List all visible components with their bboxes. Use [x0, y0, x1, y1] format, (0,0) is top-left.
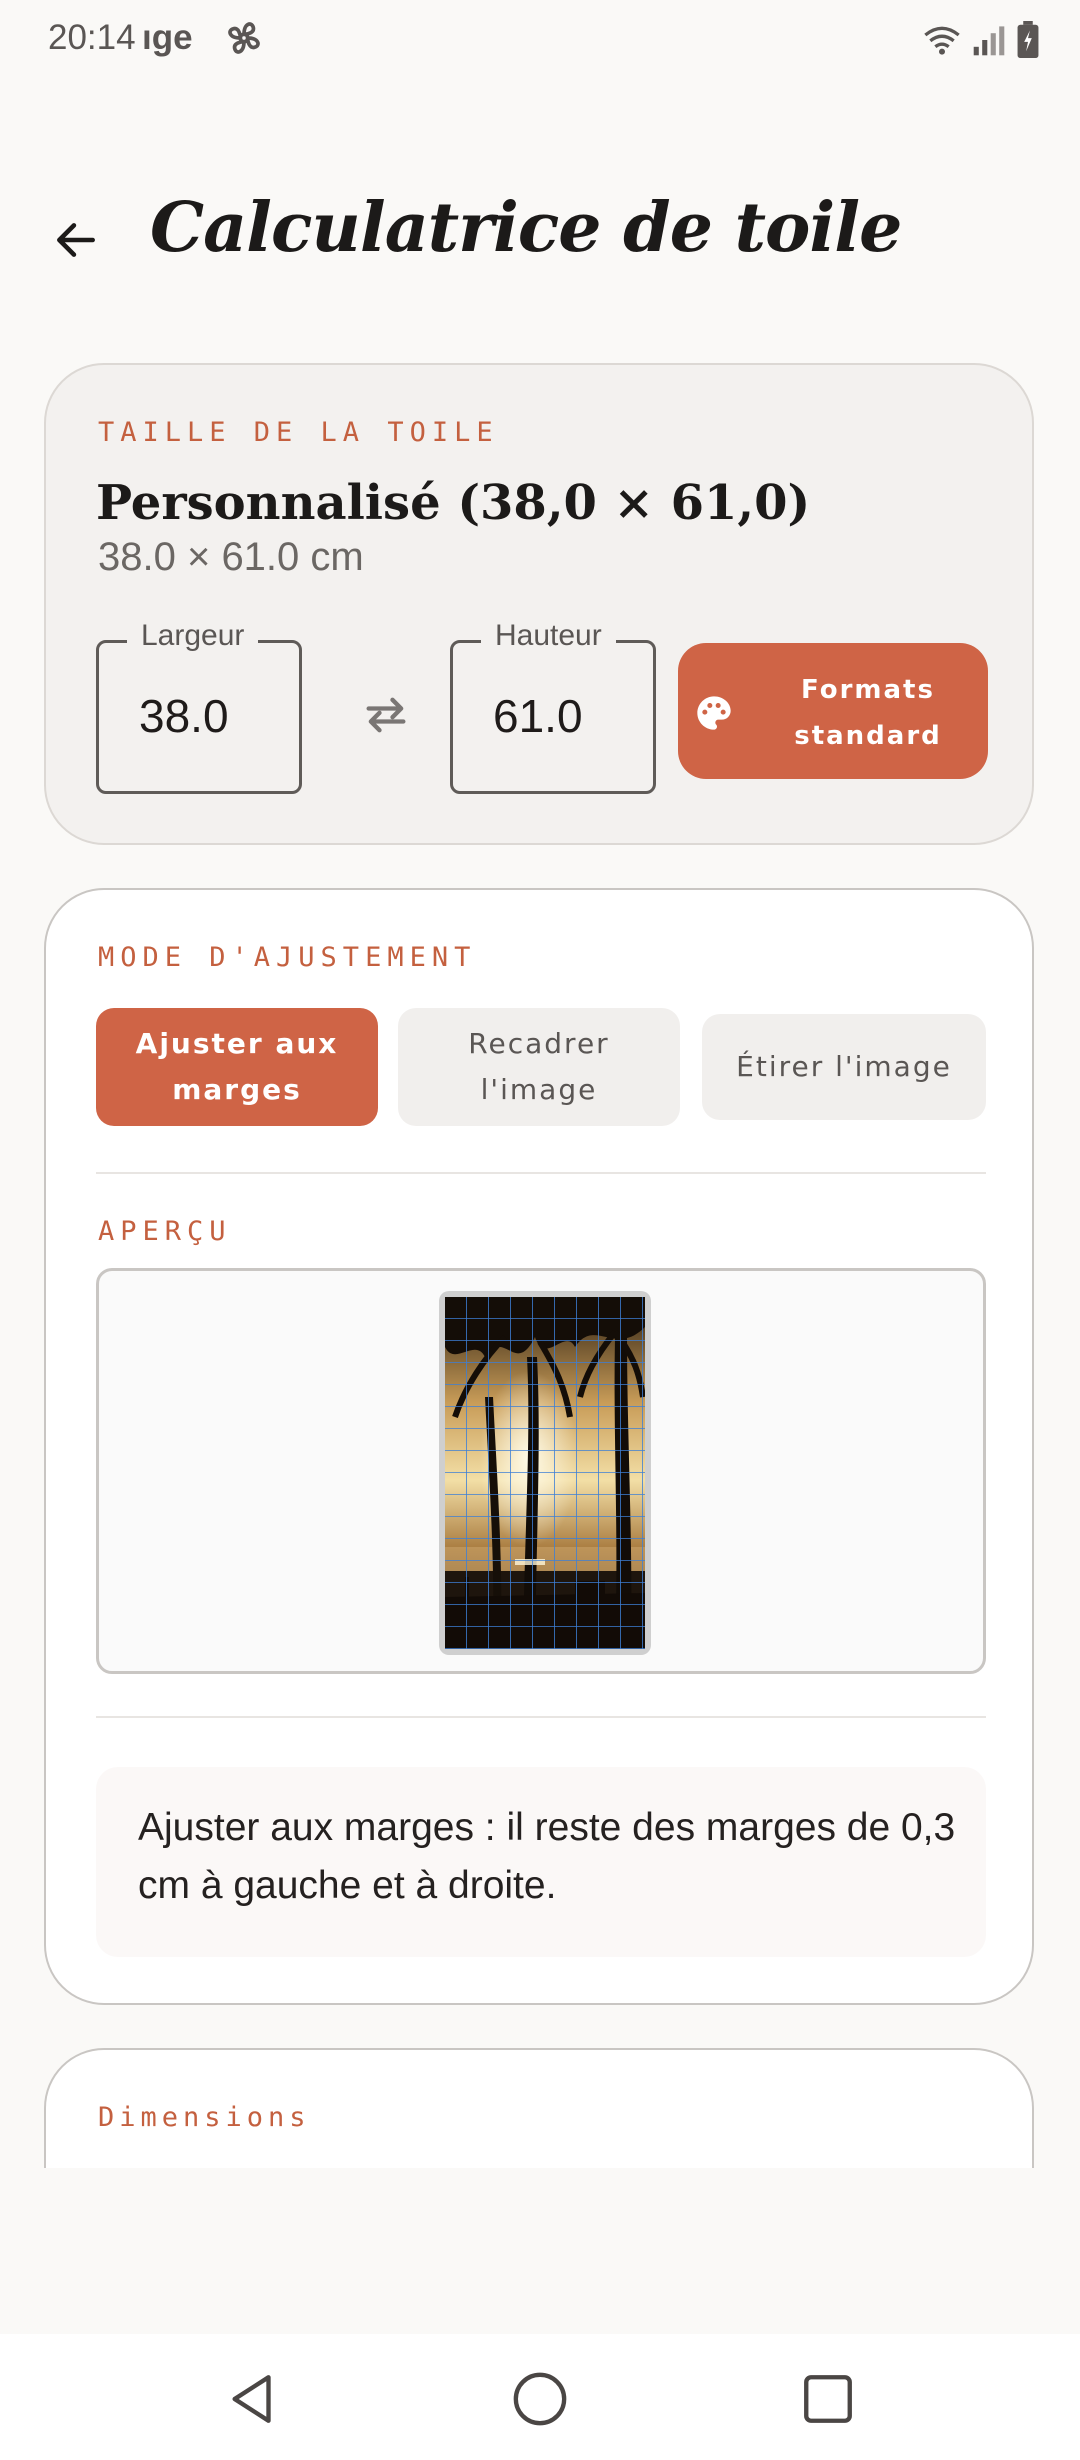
nav-recents-icon [804, 2375, 852, 2423]
palette-icon [697, 696, 731, 730]
arrow-left-icon [57, 223, 95, 257]
mode-fit-margins-button[interactable]: Ajuster aux marges [96, 1008, 378, 1126]
width-field-value[interactable]: 38.0 [139, 689, 229, 743]
canvas-preview [439, 1291, 651, 1655]
canvas-size-name: Personnalisé (38,0 × 61,0) [96, 475, 811, 531]
fit-info-box: Ajuster aux marges : il reste des marges… [96, 1767, 986, 1957]
canvas-size-dimensions: 38.0 × 61.0 cm [98, 535, 364, 579]
width-field-label: Largeur [127, 619, 259, 653]
standard-formats-button[interactable]: Formats standard [678, 643, 988, 779]
nav-back-button[interactable] [222, 2367, 286, 2431]
battery-icon [1017, 21, 1039, 59]
back-button[interactable] [36, 205, 116, 275]
standard-formats-label-line2: standard [794, 721, 942, 751]
app-bar: Calculatrice de toile [0, 180, 1080, 290]
canvas-size-section-label: TAILLE DE LA TOILE [98, 417, 499, 448]
swap-horizontal-icon [366, 697, 406, 733]
fan-icon [228, 22, 260, 54]
swap-dimensions-button[interactable] [346, 675, 426, 755]
preview-image [445, 1297, 645, 1649]
fit-mode-section-label: MODE D'AJUSTEMENT [98, 942, 477, 973]
system-navbar [0, 2334, 1080, 2460]
mode-crop-image-label-line2: l'image [480, 1073, 598, 1106]
mode-fit-margins-label-line2: marges [172, 1073, 302, 1106]
wifi-icon [924, 26, 960, 55]
standard-formats-label-line1: Formats [801, 675, 935, 705]
nav-home-icon [513, 2372, 567, 2426]
nav-recents-button[interactable] [796, 2367, 860, 2431]
mode-stretch-image-button[interactable]: Étirer l'image [702, 1014, 986, 1120]
status-bar: 20:14 ıge [0, 0, 1080, 80]
mode-fit-margins-label-line1: Ajuster aux [135, 1027, 339, 1060]
width-field[interactable]: Largeur 38.0 [96, 619, 302, 794]
dimensions-card: Dimensions [44, 2048, 1034, 2168]
status-icons [922, 18, 1040, 62]
content-clip [0, 2168, 1080, 2334]
mode-crop-image-button[interactable]: Recadrer l'image [398, 1008, 680, 1126]
fit-info-text: Ajuster aux marges : il reste des marges… [138, 1806, 956, 1907]
preview-area [96, 1268, 986, 1674]
standard-formats-label: Formats standard [768, 667, 968, 759]
preview-section-label: APERÇU [98, 1216, 232, 1247]
nav-back-icon [232, 2375, 271, 2423]
status-carrier: ıge [142, 18, 193, 57]
fit-mode-card: MODE D'AJUSTEMENT Ajuster aux marges Rec… [44, 888, 1034, 2005]
height-field-value[interactable]: 61.0 [493, 689, 583, 743]
height-field[interactable]: Hauteur 61.0 [450, 619, 656, 794]
page-title: Calculatrice de toile [150, 188, 902, 268]
signal-icon [973, 26, 1005, 56]
divider [96, 1172, 986, 1174]
divider [96, 1716, 986, 1718]
dimensions-section-label: Dimensions [98, 2102, 311, 2133]
mode-stretch-image-label: Étirer l'image [736, 1050, 952, 1083]
canvas-size-card: TAILLE DE LA TOILE Personnalisé (38,0 × … [44, 363, 1034, 845]
mode-crop-image-label-line1: Recadrer [468, 1027, 610, 1060]
nav-home-button[interactable] [508, 2367, 572, 2431]
height-field-label: Hauteur [481, 619, 616, 653]
status-time: 20:14 [48, 18, 136, 57]
